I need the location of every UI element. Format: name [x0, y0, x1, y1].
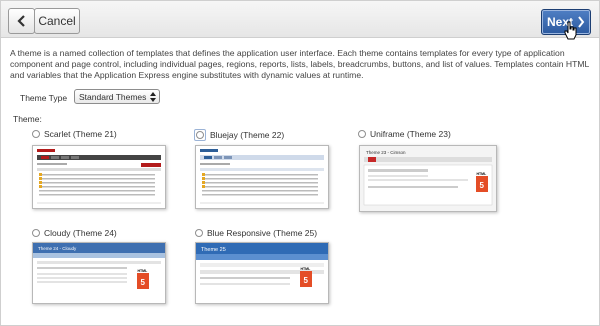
blue-responsive-html5-badge: HTML: [301, 267, 312, 271]
cloudy-preview[interactable]: Theme 24 - Cloudy HTML 5: [32, 242, 166, 304]
chevron-right-icon: [578, 16, 585, 28]
uniframe-radio[interactable]: [358, 130, 366, 138]
cloudy-html5-version: 5: [141, 278, 146, 287]
scarlet-preview[interactable]: [32, 145, 166, 209]
uniframe-html5-version: 5: [480, 181, 485, 190]
theme-option-bluejay[interactable]: Bluejay (Theme 22): [194, 129, 284, 141]
blue-responsive-radio[interactable]: [195, 229, 203, 237]
theme-option-scarlet[interactable]: Scarlet (Theme 21): [32, 129, 117, 139]
bluejay-label: Bluejay (Theme 22): [210, 130, 285, 140]
uniframe-html5-badge: HTML: [477, 172, 488, 176]
uniframe-preview[interactable]: Theme 23 - Cimson HTML 5: [359, 145, 497, 212]
blue-responsive-preview-title: Theme 25: [201, 247, 226, 253]
scarlet-radio[interactable]: [32, 130, 40, 138]
theme-option-blue-responsive[interactable]: Blue Responsive (Theme 25): [195, 228, 317, 238]
blue-responsive-label: Blue Responsive (Theme 25): [207, 228, 318, 238]
blue-responsive-html5-version: 5: [304, 276, 309, 285]
cancel-button[interactable]: Cancel: [34, 8, 80, 34]
theme-type-select[interactable]: Standard Themes: [74, 89, 160, 104]
theme-description: A theme is a named collection of templat…: [10, 48, 589, 80]
wizard-toolbar: Cancel Next: [1, 1, 599, 40]
theme-type-value: Standard Themes: [79, 91, 147, 102]
scarlet-label: Scarlet (Theme 21): [44, 129, 117, 139]
back-button[interactable]: [8, 8, 35, 34]
bluejay-radio[interactable]: [194, 129, 206, 141]
cloudy-preview-title: Theme 24 - Cloudy: [38, 246, 77, 251]
chevron-left-icon: [16, 15, 25, 27]
theme-type-label: Theme Type: [20, 93, 68, 103]
blue-responsive-preview[interactable]: Theme 25 HTML 5: [195, 242, 329, 304]
theme-label: Theme:: [13, 114, 42, 124]
hand-pointer-icon: [564, 21, 577, 40]
uniframe-label: Uniframe (Theme 23): [370, 129, 451, 139]
cloudy-radio[interactable]: [32, 229, 40, 237]
cloudy-label: Cloudy (Theme 24): [44, 228, 117, 238]
uniframe-preview-title: Theme 23 - Cimson: [366, 150, 406, 155]
theme-option-cloudy[interactable]: Cloudy (Theme 24): [32, 228, 117, 238]
bluejay-preview[interactable]: [195, 145, 329, 209]
theme-option-uniframe[interactable]: Uniframe (Theme 23): [358, 129, 451, 139]
updown-arrows-icon: [150, 91, 156, 102]
cloudy-html5-badge: HTML: [138, 269, 149, 273]
wizard-page: Cancel Next A theme is a named collectio…: [0, 0, 600, 326]
